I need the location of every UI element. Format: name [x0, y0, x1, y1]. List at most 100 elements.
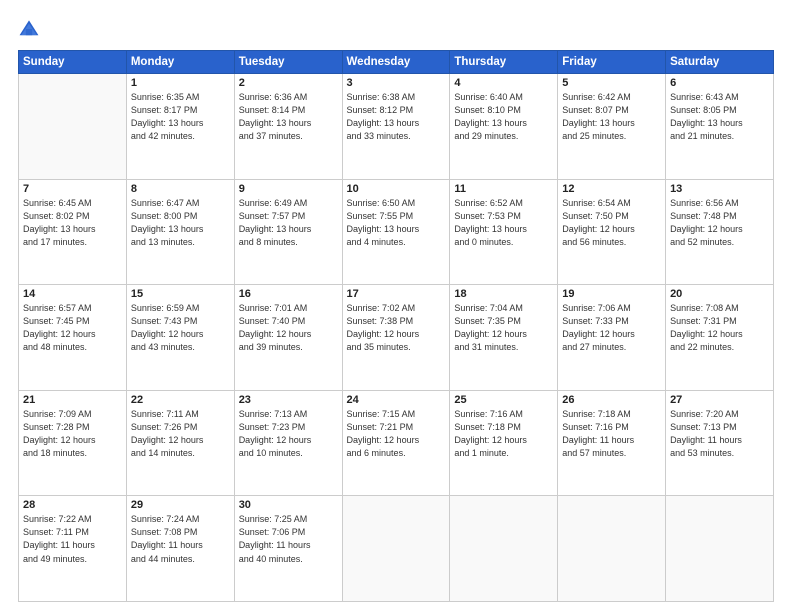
calendar-cell: 29 Sunrise: 7:24 AM Sunset: 7:08 PM Dayli…: [126, 496, 234, 602]
day-info: Sunrise: 6:45 AM Sunset: 8:02 PM Dayligh…: [23, 197, 122, 249]
day-info: Sunrise: 7:15 AM Sunset: 7:21 PM Dayligh…: [347, 408, 446, 460]
day-number: 28: [23, 499, 122, 511]
day-number: 30: [239, 499, 338, 511]
calendar-cell: 26Sunrise: 7:18 AM Sunset: 7:16 PM Dayli…: [558, 390, 666, 496]
day-info: Sunrise: 6:59 AM Sunset: 7:43 PM Dayligh…: [131, 302, 230, 354]
calendar-cell: 8 Sunrise: 6:47 AM Sunset: 8:00 PM Daylig…: [126, 179, 234, 285]
calendar-cell: 2 Sunrise: 6:36 AM Sunset: 8:14 PM Daylig…: [234, 74, 342, 180]
day-info: Sunrise: 6:42 AM Sunset: 8:07 PM Dayligh…: [562, 91, 661, 143]
calendar-cell: [19, 74, 127, 180]
day-number: 2: [239, 77, 338, 89]
week-row-2: 7 Sunrise: 6:45 AM Sunset: 8:02 PM Daylig…: [19, 179, 774, 285]
day-number: 7: [23, 183, 122, 195]
day-info: Sunrise: 6:38 AM Sunset: 8:12 PM Dayligh…: [347, 91, 446, 143]
calendar-cell: 4Sunrise: 6:40 AM Sunset: 8:10 PM Daylig…: [450, 74, 558, 180]
weekday-header-wednesday: Wednesday: [342, 51, 450, 74]
day-info: Sunrise: 7:20 AM Sunset: 7:13 PM Dayligh…: [670, 408, 769, 460]
calendar-cell: 20 Sunrise: 7:08 AM Sunset: 7:31 PM Dayli…: [666, 285, 774, 391]
day-number: 4: [454, 77, 553, 89]
day-info: Sunrise: 6:35 AM Sunset: 8:17 PM Dayligh…: [131, 91, 230, 143]
day-info: Sunrise: 7:25 AM Sunset: 7:06 PM Dayligh…: [239, 513, 338, 565]
day-info: Sunrise: 7:13 AM Sunset: 7:23 PM Dayligh…: [239, 408, 338, 460]
calendar-cell: 27Sunrise: 7:20 AM Sunset: 7:13 PM Dayli…: [666, 390, 774, 496]
day-info: Sunrise: 7:08 AM Sunset: 7:31 PM Dayligh…: [670, 302, 769, 354]
calendar-cell: 25 Sunrise: 7:16 AM Sunset: 7:18 PM Dayli…: [450, 390, 558, 496]
calendar-cell: [342, 496, 450, 602]
day-number: 16: [239, 288, 338, 300]
week-row-5: 28 Sunrise: 7:22 AM Sunset: 7:11 PM Dayli…: [19, 496, 774, 602]
week-row-1: 1 Sunrise: 6:35 AM Sunset: 8:17 PM Daylig…: [19, 74, 774, 180]
logo-icon: [18, 18, 40, 40]
day-number: 23: [239, 394, 338, 406]
calendar-cell: 15 Sunrise: 6:59 AM Sunset: 7:43 PM Dayli…: [126, 285, 234, 391]
day-info: Sunrise: 6:56 AM Sunset: 7:48 PM Dayligh…: [670, 197, 769, 249]
calendar-cell: 16 Sunrise: 7:01 AM Sunset: 7:40 PM Dayli…: [234, 285, 342, 391]
day-number: 12: [562, 183, 661, 195]
calendar-cell: 9 Sunrise: 6:49 AM Sunset: 7:57 PM Daylig…: [234, 179, 342, 285]
logo: [18, 18, 44, 40]
day-info: Sunrise: 6:43 AM Sunset: 8:05 PM Dayligh…: [670, 91, 769, 143]
day-number: 5: [562, 77, 661, 89]
weekday-header-row: SundayMondayTuesdayWednesdayThursdayFrid…: [19, 51, 774, 74]
day-number: 18: [454, 288, 553, 300]
day-info: Sunrise: 6:50 AM Sunset: 7:55 PM Dayligh…: [347, 197, 446, 249]
day-number: 6: [670, 77, 769, 89]
day-number: 24: [347, 394, 446, 406]
day-info: Sunrise: 7:01 AM Sunset: 7:40 PM Dayligh…: [239, 302, 338, 354]
day-info: Sunrise: 6:36 AM Sunset: 8:14 PM Dayligh…: [239, 91, 338, 143]
day-number: 9: [239, 183, 338, 195]
calendar-cell: 11Sunrise: 6:52 AM Sunset: 7:53 PM Dayli…: [450, 179, 558, 285]
day-number: 15: [131, 288, 230, 300]
calendar-cell: [450, 496, 558, 602]
day-number: 8: [131, 183, 230, 195]
day-number: 14: [23, 288, 122, 300]
day-number: 3: [347, 77, 446, 89]
calendar-cell: 17 Sunrise: 7:02 AM Sunset: 7:38 PM Dayli…: [342, 285, 450, 391]
day-info: Sunrise: 7:16 AM Sunset: 7:18 PM Dayligh…: [454, 408, 553, 460]
calendar-cell: 30 Sunrise: 7:25 AM Sunset: 7:06 PM Dayli…: [234, 496, 342, 602]
weekday-header-monday: Monday: [126, 51, 234, 74]
day-number: 11: [454, 183, 553, 195]
weekday-header-sunday: Sunday: [19, 51, 127, 74]
day-info: Sunrise: 7:02 AM Sunset: 7:38 PM Dayligh…: [347, 302, 446, 354]
calendar-cell: 14Sunrise: 6:57 AM Sunset: 7:45 PM Dayli…: [19, 285, 127, 391]
day-number: 25: [454, 394, 553, 406]
calendar-cell: [666, 496, 774, 602]
calendar-cell: 1 Sunrise: 6:35 AM Sunset: 8:17 PM Daylig…: [126, 74, 234, 180]
day-number: 13: [670, 183, 769, 195]
calendar-cell: 10 Sunrise: 6:50 AM Sunset: 7:55 PM Dayli…: [342, 179, 450, 285]
day-number: 29: [131, 499, 230, 511]
calendar-cell: 13 Sunrise: 6:56 AM Sunset: 7:48 PM Dayli…: [666, 179, 774, 285]
day-number: 10: [347, 183, 446, 195]
day-number: 20: [670, 288, 769, 300]
calendar-cell: 5 Sunrise: 6:42 AM Sunset: 8:07 PM Daylig…: [558, 74, 666, 180]
day-info: Sunrise: 6:47 AM Sunset: 8:00 PM Dayligh…: [131, 197, 230, 249]
day-info: Sunrise: 7:09 AM Sunset: 7:28 PM Dayligh…: [23, 408, 122, 460]
day-info: Sunrise: 7:06 AM Sunset: 7:33 PM Dayligh…: [562, 302, 661, 354]
weekday-header-thursday: Thursday: [450, 51, 558, 74]
weekday-header-friday: Friday: [558, 51, 666, 74]
day-number: 1: [131, 77, 230, 89]
day-info: Sunrise: 7:22 AM Sunset: 7:11 PM Dayligh…: [23, 513, 122, 565]
day-info: Sunrise: 7:11 AM Sunset: 7:26 PM Dayligh…: [131, 408, 230, 460]
calendar-cell: 23 Sunrise: 7:13 AM Sunset: 7:23 PM Dayli…: [234, 390, 342, 496]
day-info: Sunrise: 7:18 AM Sunset: 7:16 PM Dayligh…: [562, 408, 661, 460]
calendar-cell: 7 Sunrise: 6:45 AM Sunset: 8:02 PM Daylig…: [19, 179, 127, 285]
calendar-cell: 6 Sunrise: 6:43 AM Sunset: 8:05 PM Daylig…: [666, 74, 774, 180]
calendar-cell: 24 Sunrise: 7:15 AM Sunset: 7:21 PM Dayli…: [342, 390, 450, 496]
calendar: SundayMondayTuesdayWednesdayThursdayFrid…: [18, 50, 774, 602]
week-row-3: 14Sunrise: 6:57 AM Sunset: 7:45 PM Dayli…: [19, 285, 774, 391]
day-number: 19: [562, 288, 661, 300]
day-number: 21: [23, 394, 122, 406]
calendar-cell: [558, 496, 666, 602]
calendar-cell: 22 Sunrise: 7:11 AM Sunset: 7:26 PM Dayli…: [126, 390, 234, 496]
day-info: Sunrise: 6:54 AM Sunset: 7:50 PM Dayligh…: [562, 197, 661, 249]
weekday-header-saturday: Saturday: [666, 51, 774, 74]
day-info: Sunrise: 7:24 AM Sunset: 7:08 PM Dayligh…: [131, 513, 230, 565]
day-number: 17: [347, 288, 446, 300]
calendar-cell: 19 Sunrise: 7:06 AM Sunset: 7:33 PM Dayli…: [558, 285, 666, 391]
weekday-header-tuesday: Tuesday: [234, 51, 342, 74]
day-info: Sunrise: 7:04 AM Sunset: 7:35 PM Dayligh…: [454, 302, 553, 354]
day-number: 22: [131, 394, 230, 406]
day-info: Sunrise: 6:49 AM Sunset: 7:57 PM Dayligh…: [239, 197, 338, 249]
